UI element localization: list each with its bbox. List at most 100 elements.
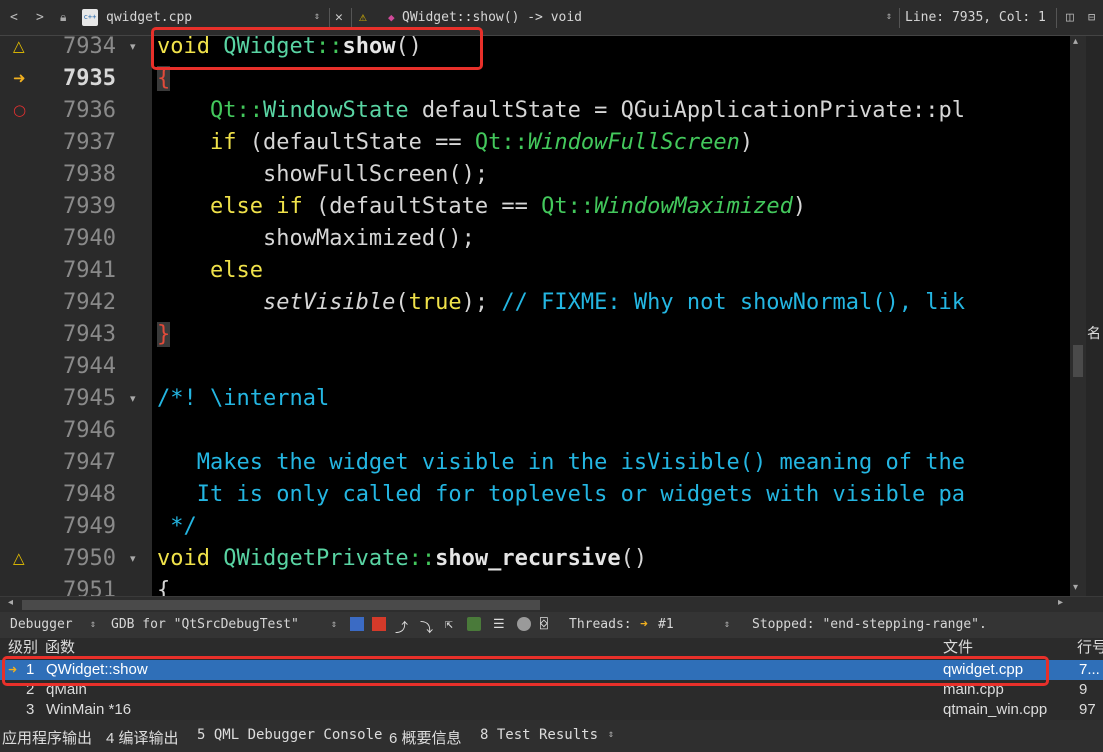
operate-by-instruction-icon[interactable]	[467, 617, 481, 631]
cursor-position[interactable]: Line: 7935, Col: 1	[905, 10, 1046, 25]
line-number: 7943	[63, 322, 116, 347]
line-number: 7937	[63, 130, 116, 155]
vertical-scrollbar[interactable]: ▴ ▾	[1070, 36, 1086, 598]
toolbar-divider	[351, 8, 352, 28]
line-number-gutter[interactable]: △ ➜ ○ △ 7934 7935 7936 7937 7938 7939 79…	[0, 36, 152, 598]
line-number: 7936	[63, 98, 116, 123]
step-into-icon[interactable]: ⤵	[420, 617, 433, 636]
debugger-toolbar: Debugger ⇕ GDB for "QtSrcDebugTest" ⇕ ⤴ …	[0, 612, 1103, 638]
line-number: 7949	[63, 514, 116, 539]
code-line-7948: It is only called for toplevels or widge…	[196, 482, 965, 507]
fold-toggle-icon[interactable]: ▾	[130, 543, 136, 575]
scroll-left-icon[interactable]: ◂	[8, 597, 13, 608]
close-editor-icon[interactable]: ⊟	[1088, 10, 1095, 24]
snapshot-camera-icon[interactable]: ⌺	[540, 617, 548, 632]
warning-icon: ⚠	[359, 10, 367, 25]
continue-icon[interactable]	[350, 617, 364, 631]
toolbar-divider	[329, 8, 330, 28]
step-out-icon[interactable]: ⇱	[445, 617, 453, 632]
line-number: 7946	[63, 418, 116, 443]
tab-general-messages[interactable]: 6 概要信息	[389, 727, 462, 748]
fold-toggle-icon[interactable]: ▾	[130, 383, 136, 415]
nav-forward-icon[interactable]: >	[36, 10, 44, 25]
h-scrollbar-thumb[interactable]	[22, 600, 540, 610]
function-dropdown-icon[interactable]: ⇕	[886, 11, 892, 22]
code-line-7942: setVisible(true); // FIXME: Why not show…	[262, 290, 965, 315]
reverse-direction-icon[interactable]: ☰	[493, 617, 505, 632]
stack-line: 7...	[1079, 661, 1100, 678]
fold-toggle-icon[interactable]: ▾	[130, 36, 136, 63]
engine-dropdown-icon[interactable]: ⇕	[331, 619, 337, 630]
tab-compile-output[interactable]: 4 编译输出	[106, 727, 179, 748]
output-pane-bar: 应用程序输出 4 编译输出 5 QML Debugger Console 6 概…	[0, 720, 1103, 752]
column-header-level[interactable]: 级别	[8, 638, 38, 658]
step-over-icon[interactable]: ⤴	[395, 617, 408, 636]
line-number: 7938	[63, 162, 116, 187]
debugger-status: Stopped: "end-stepping-range".	[752, 617, 987, 632]
file-dropdown-icon[interactable]: ⇕	[314, 11, 320, 22]
stack-line: 9	[1079, 681, 1088, 698]
line-number: 7941	[63, 258, 116, 283]
code-line-7938: showFullScreen();	[262, 162, 489, 187]
breakpoint-icon[interactable]: ○	[13, 94, 26, 126]
stack-row[interactable]: 3 WinMain *16 qtmain_win.cpp 97	[0, 700, 1103, 720]
code-editor[interactable]: void QWidget::show() { Qt::WindowState d…	[152, 36, 1070, 598]
right-side-panel: 名	[1086, 36, 1103, 598]
close-file-icon[interactable]: ✕	[335, 10, 343, 25]
tab-qml-debugger-console[interactable]: 5 QML Debugger Console	[197, 727, 382, 743]
stack-line: 97	[1079, 701, 1096, 718]
debug-engine-selector[interactable]: GDB for "QtSrcDebugTest"	[111, 617, 299, 632]
stack-level: 3	[26, 701, 35, 718]
split-view-icon[interactable]: ◫	[1066, 10, 1074, 25]
line-number: 7940	[63, 226, 116, 251]
stack-function: WinMain *16	[46, 701, 132, 718]
threads-label: Threads:	[569, 617, 632, 632]
line-number: 7934	[63, 36, 116, 59]
toolbar-divider	[899, 8, 900, 28]
code-line-7941: else	[209, 258, 263, 283]
line-number: 7942	[63, 290, 116, 315]
thread-dropdown-icon[interactable]: ⇕	[724, 619, 730, 630]
column-header-file[interactable]: 文件	[943, 638, 973, 658]
line-number-current: 7935	[63, 66, 116, 91]
mode-dropdown-icon[interactable]: ⇕	[90, 619, 96, 630]
scroll-down-icon[interactable]: ▾	[1073, 582, 1078, 593]
record-icon[interactable]	[517, 617, 531, 631]
code-line-7939: else if (defaultState == Qt::WindowMaxim…	[209, 194, 807, 219]
tab-test-results[interactable]: 8 Test Results	[480, 727, 598, 743]
tab-application-output[interactable]: 应用程序输出	[2, 727, 92, 748]
column-header-line[interactable]: 行号	[1077, 638, 1103, 658]
nav-back-icon[interactable]: <	[10, 10, 18, 25]
cpp-file-icon: c++	[82, 9, 98, 26]
line-number: 7945	[63, 386, 116, 411]
code-line-7937: if (defaultState == Qt::WindowFullScreen…	[209, 130, 754, 155]
scroll-up-icon[interactable]: ▴	[1073, 36, 1078, 47]
lock-icon: 🔒︎	[60, 10, 67, 24]
function-selector[interactable]: QWidget::show() -> void	[402, 10, 582, 25]
horizontal-scrollbar[interactable]: ◂ ▸	[0, 596, 1103, 613]
line-number: 7948	[63, 482, 116, 507]
code-line-7950: void QWidgetPrivate::show_recursive()	[157, 546, 648, 571]
thread-selector[interactable]: #1	[658, 617, 674, 632]
scrollbar-thumb[interactable]	[1073, 345, 1083, 377]
stack-file: qtmain_win.cpp	[943, 701, 1048, 718]
file-selector[interactable]: qwidget.cpp	[106, 10, 192, 25]
toolbar-divider	[1056, 8, 1057, 28]
scroll-right-icon[interactable]: ▸	[1058, 597, 1063, 608]
line-number: 7944	[63, 354, 116, 379]
thread-arrow-icon: ➜	[640, 617, 648, 632]
line-number: 7947	[63, 450, 116, 475]
warning-marker-icon[interactable]: △	[13, 542, 25, 574]
function-symbol-icon: ◆	[388, 11, 395, 24]
warning-marker-icon[interactable]: △	[13, 36, 25, 62]
debugger-mode-selector[interactable]: Debugger	[10, 617, 73, 632]
code-line-7947: Makes the widget visible in the isVisibl…	[196, 450, 965, 475]
right-panel-glyph: 名	[1087, 326, 1101, 342]
stop-debugger-icon[interactable]	[372, 617, 386, 631]
more-tabs-icon[interactable]: ⇕	[608, 729, 614, 740]
column-header-function[interactable]: 函数	[45, 638, 75, 658]
line-number: 7950	[63, 546, 116, 571]
code-line-7936: Qt::WindowState defaultState = QGuiAppli…	[209, 98, 965, 123]
code-line-7951: {	[157, 578, 171, 598]
current-line-arrow-icon[interactable]: ➜	[13, 62, 26, 94]
